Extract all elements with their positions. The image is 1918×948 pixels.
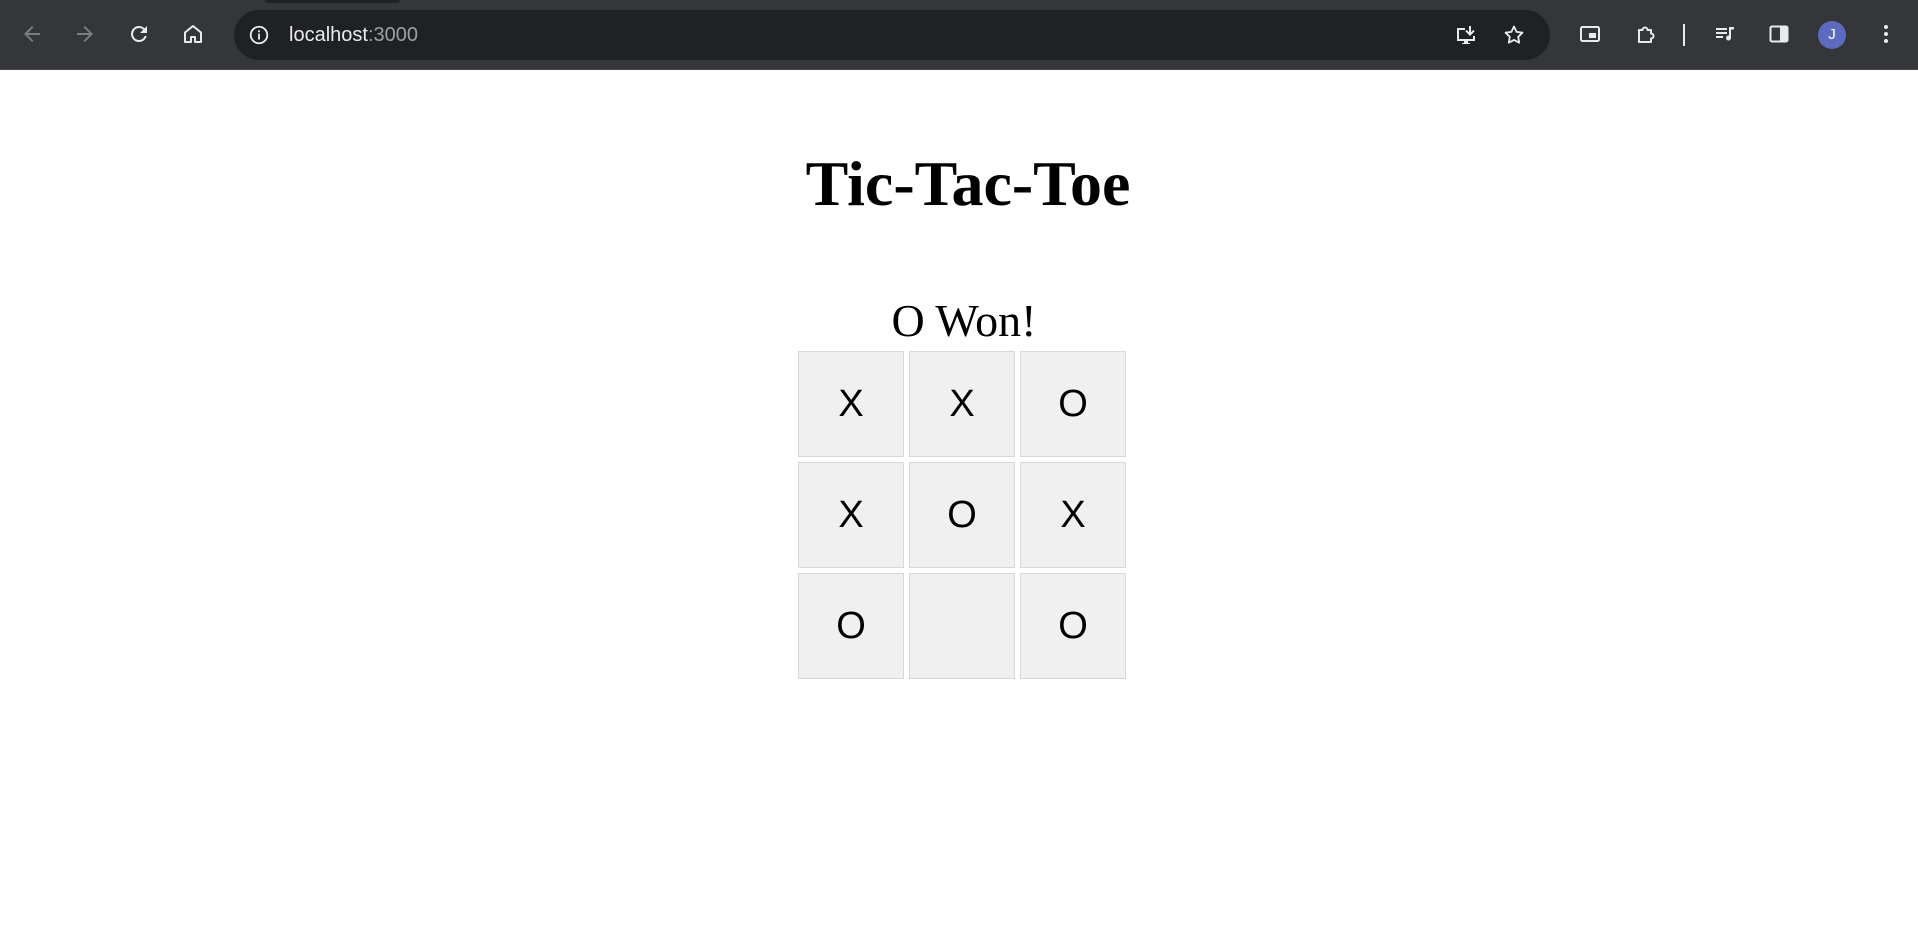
extensions-button[interactable] [1626,14,1666,54]
bookmark-button[interactable] [1499,20,1529,50]
install-app-button[interactable] [1451,20,1481,50]
browser-menu-button[interactable] [1866,14,1906,54]
reload-button[interactable] [119,14,159,54]
board-cell-6[interactable]: X [1020,462,1126,568]
side-panel-button[interactable] [1759,14,1799,54]
profile-avatar[interactable]: J [1818,21,1846,49]
picture-in-picture-button[interactable] [1570,14,1610,54]
star-icon [1504,25,1524,44]
url-port: :3000 [367,24,418,46]
board-cell-2[interactable]: X [909,351,1015,457]
picture-in-picture-icon [1580,26,1600,42]
site-info-button[interactable] [242,18,276,52]
arrow-left-icon [24,26,40,42]
page-content: Tic-Tac-Toe O Won! X X O X O X O O [0,71,1918,948]
board-cell-1[interactable]: X [798,351,904,457]
install-app-icon [1457,26,1475,44]
url-text[interactable]: localhost:3000 [289,23,418,47]
board-cell-5[interactable]: O [909,462,1015,568]
toolbar-divider [1683,24,1685,46]
home-button[interactable] [173,14,213,54]
side-panel-icon [1769,25,1789,43]
board-cell-8[interactable] [909,573,1015,679]
game-title: Tic-Tac-Toe [805,148,1131,219]
active-tab-indicator [265,0,400,3]
arrow-right-icon [77,26,93,42]
home-icon [184,25,202,43]
game-board: X X O X O X O O [798,351,1130,683]
browser-toolbar: localhost:3000 J [0,0,1918,70]
info-icon [249,25,269,45]
back-button[interactable] [12,14,52,54]
forward-button[interactable] [65,14,105,54]
game-status: O Won! [891,295,1037,346]
board-cell-9[interactable]: O [1020,573,1126,679]
board-cell-4[interactable]: X [798,462,904,568]
kebab-menu-icon [1884,25,1888,43]
url-host: localhost [289,24,368,46]
reload-icon [131,26,147,42]
puzzle-icon [1638,26,1655,43]
media-queue-icon [1716,27,1734,41]
board-cell-7[interactable]: O [798,573,904,679]
media-controls-button[interactable] [1705,14,1745,54]
board-cell-3[interactable]: O [1020,351,1126,457]
address-bar[interactable]: localhost:3000 [234,10,1550,60]
